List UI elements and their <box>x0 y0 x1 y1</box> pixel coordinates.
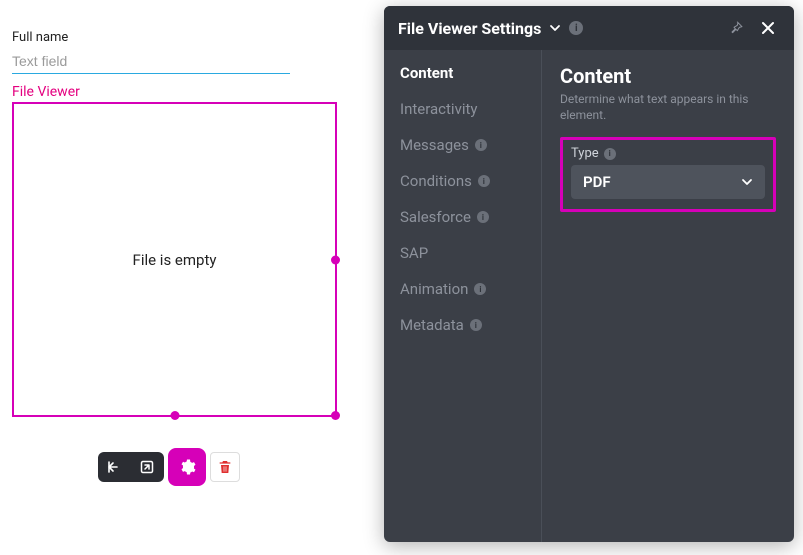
settings-nav: Content Interactivity Messages i Conditi… <box>384 50 542 542</box>
info-icon: i <box>478 175 490 187</box>
file-viewer-element[interactable]: File is empty <box>12 102 337 417</box>
content-description: Determine what text appears in this elem… <box>560 92 770 123</box>
pin-icon[interactable] <box>724 16 748 40</box>
settings-panel: File Viewer Settings i Content Interacti… <box>384 6 794 542</box>
delete-button[interactable] <box>210 452 240 482</box>
nav-item-messages[interactable]: Messages i <box>400 136 525 154</box>
info-icon: i <box>474 283 486 295</box>
type-dropdown[interactable]: PDF <box>571 165 765 199</box>
gear-icon <box>173 453 201 481</box>
settings-panel-header[interactable]: File Viewer Settings i <box>384 6 794 50</box>
nav-item-conditions[interactable]: Conditions i <box>400 172 525 190</box>
nav-item-label: Messages <box>400 136 469 154</box>
resize-handle-east[interactable] <box>331 255 340 264</box>
resize-handle-south[interactable] <box>170 411 179 420</box>
nav-item-label: Content <box>400 64 453 82</box>
type-dropdown-value: PDF <box>583 173 611 191</box>
info-icon: i <box>470 319 482 331</box>
panel-title: File Viewer Settings <box>398 19 541 38</box>
settings-panel-body: Content Interactivity Messages i Conditi… <box>384 50 794 542</box>
nav-item-content[interactable]: Content <box>400 64 525 82</box>
chevron-down-icon <box>741 176 753 188</box>
canvas-area: Full name File Viewer File is empty <box>12 30 372 417</box>
nav-item-label: Salesforce <box>400 208 471 226</box>
toolbar-dark-group <box>98 452 164 482</box>
nav-item-label: Interactivity <box>400 100 478 118</box>
open-external-icon[interactable] <box>136 456 158 478</box>
info-icon: i <box>477 211 489 223</box>
nav-item-label: Conditions <box>400 172 472 190</box>
selection-toolbar <box>98 450 240 484</box>
close-icon[interactable] <box>756 16 780 40</box>
trash-icon <box>217 459 233 475</box>
nav-item-interactivity[interactable]: Interactivity <box>400 100 525 118</box>
content-heading: Content <box>560 64 776 88</box>
settings-content-pane: Content Determine what text appears in t… <box>542 50 794 542</box>
resize-handle-southeast[interactable] <box>331 411 340 420</box>
nav-item-label: Animation <box>400 280 468 298</box>
nav-item-metadata[interactable]: Metadata i <box>400 316 525 334</box>
full-name-input[interactable] <box>12 51 290 74</box>
nav-item-label: SAP <box>400 244 428 262</box>
field-label-full-name: Full name <box>12 30 372 45</box>
nav-item-salesforce[interactable]: Salesforce i <box>400 208 525 226</box>
collapse-in-icon[interactable] <box>104 456 126 478</box>
nav-item-label: Metadata <box>400 316 464 334</box>
chevron-down-icon[interactable] <box>549 22 561 34</box>
type-label: Type <box>571 146 599 161</box>
type-setting-block: Type i PDF <box>560 137 776 212</box>
nav-item-animation[interactable]: Animation i <box>400 280 525 298</box>
file-viewer-label: File Viewer <box>12 84 372 100</box>
info-icon: i <box>475 139 487 151</box>
settings-button[interactable] <box>170 450 204 484</box>
file-viewer-empty-text: File is empty <box>133 251 217 269</box>
info-icon[interactable]: i <box>569 21 583 35</box>
info-icon[interactable]: i <box>604 148 616 160</box>
nav-item-sap[interactable]: SAP <box>400 244 525 262</box>
